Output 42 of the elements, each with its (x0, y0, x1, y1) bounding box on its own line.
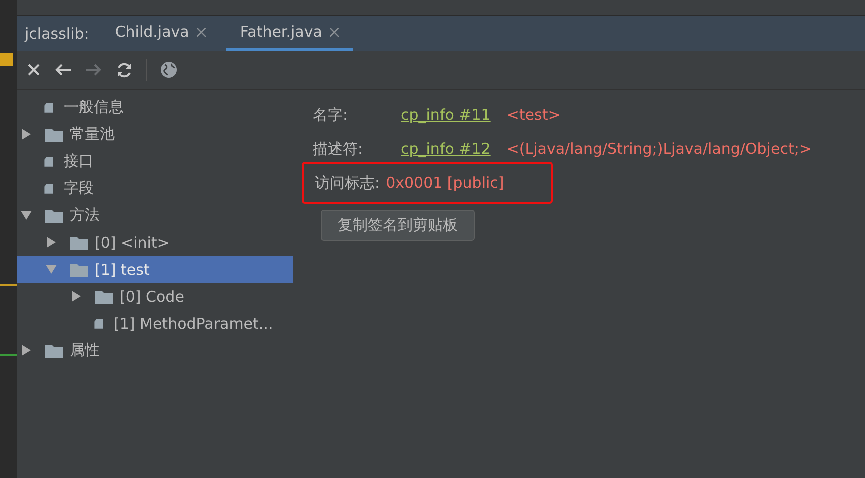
tree-item[interactable]: 常量池 (17, 121, 293, 148)
collapsed-arrow-icon[interactable] (21, 129, 32, 140)
gutter-line (0, 354, 17, 356)
tree-item[interactable]: 字段 (17, 175, 293, 202)
field-label: 访问标志: (315, 174, 380, 192)
folder-icon (69, 234, 89, 250)
copy-signature-button[interactable]: 复制签名到剪贴板 (321, 210, 475, 241)
tree-item[interactable]: [0] Code (17, 283, 293, 310)
refresh-icon[interactable] (116, 62, 133, 78)
back-arrow-icon[interactable] (54, 63, 72, 77)
tree-item[interactable]: [1] MethodParamet... (17, 310, 293, 337)
collapsed-arrow-icon[interactable] (71, 291, 82, 302)
tree-item[interactable]: [0] <init> (17, 229, 293, 256)
folder-icon (44, 342, 64, 358)
field-value: 0x0001 [public] (386, 174, 504, 192)
gutter-line (0, 284, 17, 286)
tree-item[interactable]: [1] test (17, 256, 293, 283)
field-label: 描述符: (313, 140, 364, 158)
folder-icon (44, 126, 64, 142)
folder-icon (94, 288, 114, 304)
close-icon[interactable] (197, 28, 206, 36)
field-value: <test> (506, 106, 561, 124)
constant-pool-link[interactable]: cp_info #12 (401, 140, 491, 158)
expanded-arrow-icon[interactable] (21, 210, 32, 221)
close-icon[interactable] (27, 63, 41, 77)
tree-item[interactable]: 方法 (17, 202, 293, 229)
globe-icon[interactable] (160, 61, 178, 79)
file-tab[interactable]: Father.java (226, 16, 354, 51)
folder-icon (69, 262, 89, 278)
folder-icon (44, 208, 64, 224)
tabs-label: jclasslib: (25, 24, 90, 42)
bookmark-marker (0, 53, 13, 66)
tree-item[interactable]: 属性 (17, 337, 293, 364)
tree-item[interactable]: 接口 (17, 148, 293, 175)
field-value: <(Ljava/lang/String;)Ljava/lang/Object;> (506, 140, 812, 158)
constant-pool-link[interactable]: cp_info #11 (401, 106, 491, 124)
collapsed-arrow-icon[interactable] (21, 345, 32, 356)
collapsed-arrow-icon[interactable] (46, 237, 57, 248)
tree-item[interactable]: 一般信息 (17, 94, 293, 121)
field-label: 名字: (313, 106, 350, 124)
close-icon[interactable] (330, 28, 340, 36)
file-tab[interactable]: Child.java (101, 16, 220, 51)
